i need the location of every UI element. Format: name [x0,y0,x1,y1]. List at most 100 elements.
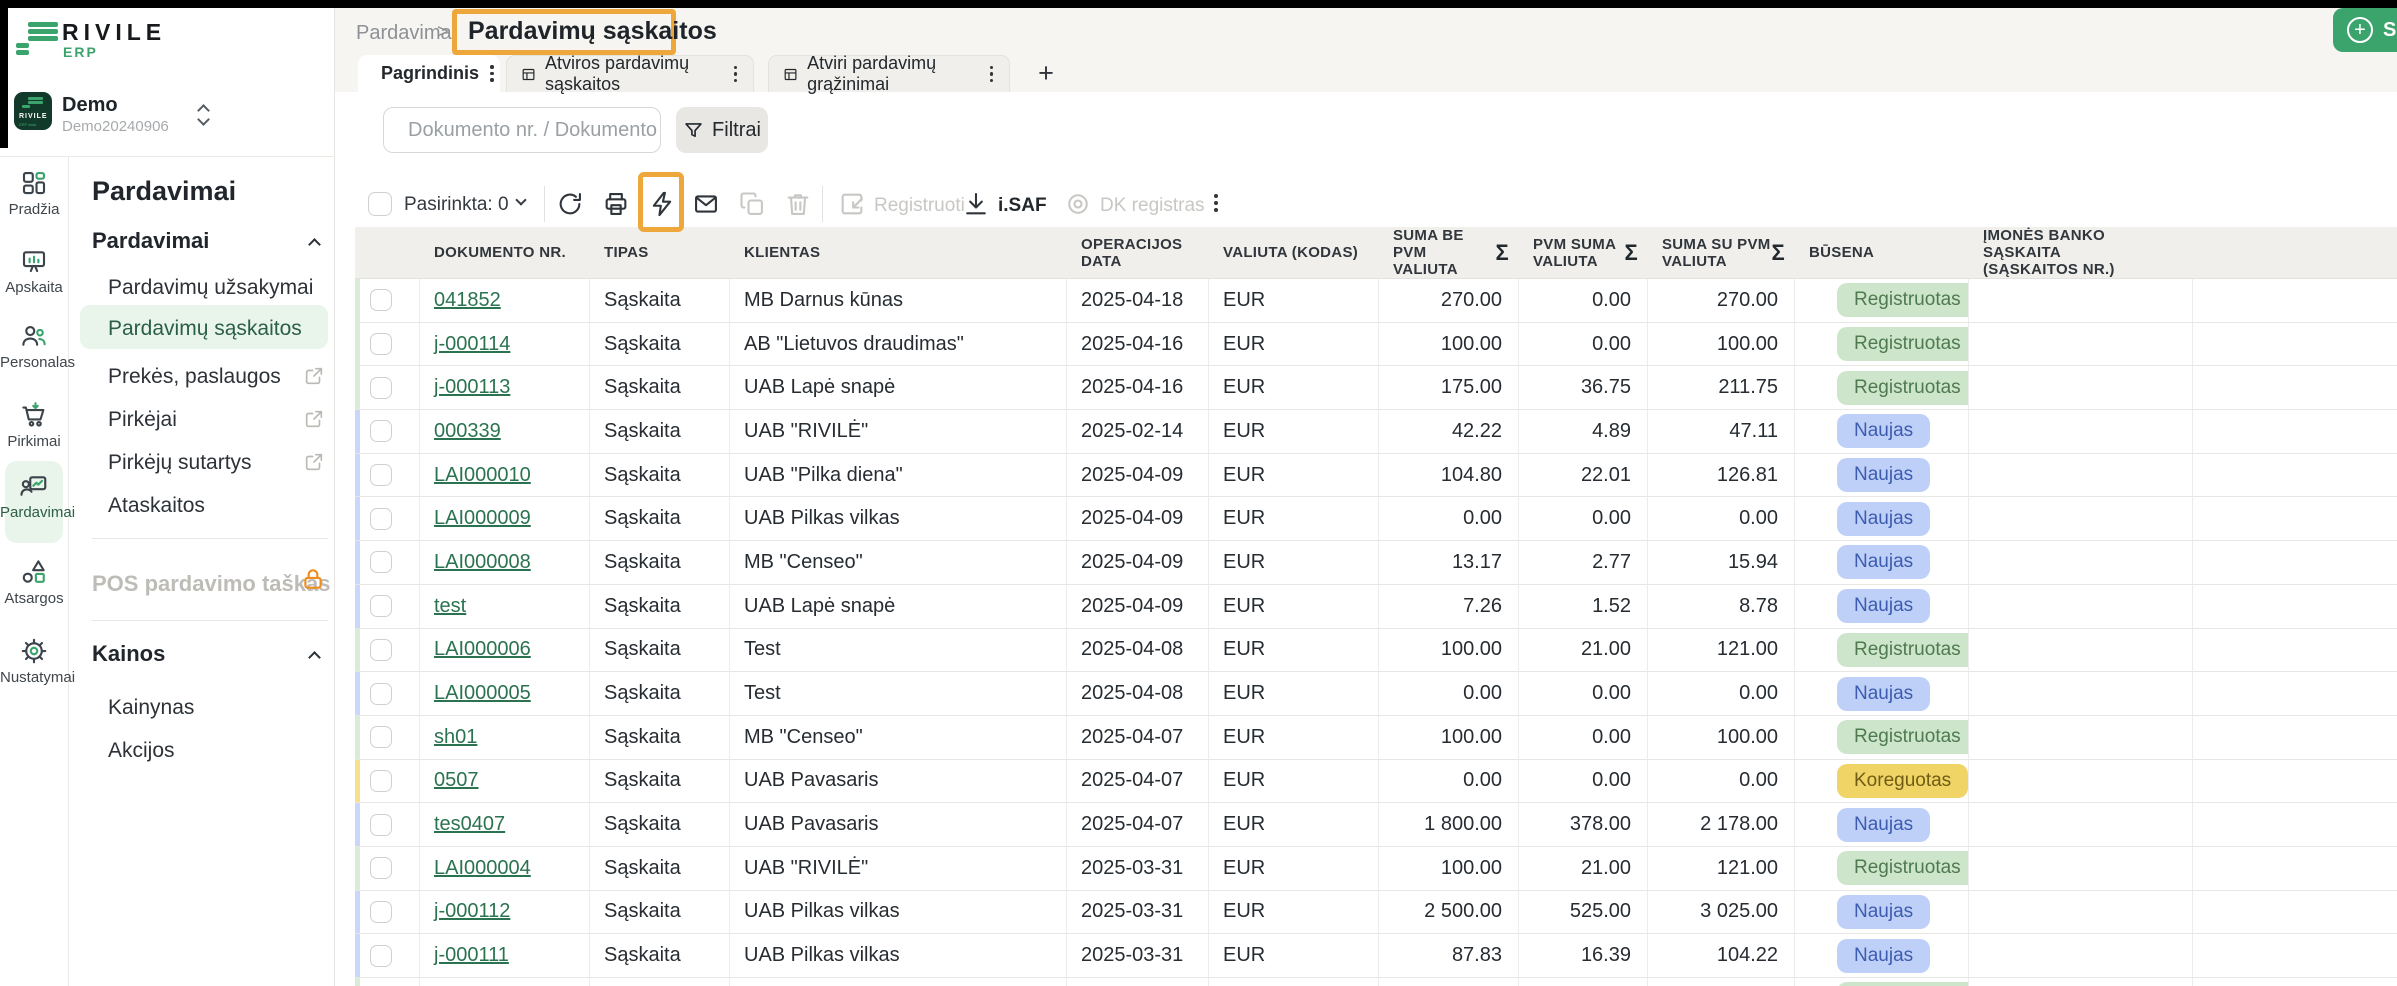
chevron-up-icon[interactable] [306,230,332,256]
sidebar-item-apskaita[interactable]: Apskaita [0,246,68,296]
row-checkbox[interactable] [370,901,392,923]
section-title-pardavimai[interactable]: Pardavimai [92,228,209,254]
document-number-link[interactable]: tes0407 [434,813,505,835]
document-number-link[interactable]: test [434,595,466,617]
sidebar-item-akcijos[interactable]: Akcijos [108,739,175,763]
sidebar-item-pirkejai[interactable]: Pirkėjai [108,408,177,432]
toolbar-more-button[interactable] [1212,192,1220,214]
row-checkbox[interactable] [370,945,392,967]
table-row[interactable]: LAI000005SąskaitaTest2025-04-08EUR0.000.… [355,672,2397,716]
document-number-link[interactable]: 041852 [434,289,501,311]
row-checkbox[interactable] [370,726,392,748]
row-checkbox[interactable] [370,595,392,617]
column-header[interactable]: PVM SUMA VALIUTAΣ [1519,227,1648,279]
tab-atviri-pardavimu-grazinimai[interactable]: Atviri pardavimų grąžinimai [768,55,1010,92]
row-checkbox[interactable] [370,814,392,836]
row-checkbox[interactable] [370,464,392,486]
table-row[interactable]: 0507SąskaitaUAB Pavasaris2025-04-07EUR0.… [355,760,2397,804]
sidebar-item-pirkimai[interactable]: Pirkimai [0,400,68,450]
workspace-avatar[interactable]: RIVILE ERP data [14,92,52,130]
tab-pagrindinis[interactable]: Pagrindinis [358,55,500,92]
tab-menu-icon[interactable] [732,64,740,85]
table-row[interactable]: j-000111SąskaitaUAB Pilkas vilkas2025-03… [355,934,2397,978]
row-checkbox[interactable] [370,683,392,705]
column-header[interactable]: SUMA BE PVM VALIUTAΣ [1379,227,1519,279]
column-header[interactable]: OPERACIJOS DATA [1067,227,1209,279]
table-row[interactable]: j-000113SąskaitaUAB Lapė snapė2025-04-16… [355,366,2397,410]
print-button[interactable] [602,190,630,218]
document-number-link[interactable]: 000339 [434,420,501,442]
document-number-link[interactable]: j-000111 [434,944,509,966]
document-number-link[interactable]: j-000114 [434,333,510,355]
sidebar-item-kainynas[interactable]: Kainynas [108,696,194,720]
sidebar-item-pradzia[interactable]: Pradžia [0,168,68,218]
row-checkbox[interactable] [370,289,392,311]
table-row[interactable]: tes0407SąskaitaUAB Pavasaris2025-04-07EU… [355,803,2397,847]
document-number-link[interactable]: j-000113 [434,376,510,398]
sidebar-item-personalas[interactable]: Personalas [0,321,68,371]
table-row[interactable]: LAI000009SąskaitaUAB Pilkas vilkas2025-0… [355,497,2397,541]
tab-atviros-pardavimu-saskaitos[interactable]: Atviros pardavimų sąskaitos [506,55,754,92]
sidebar-item-pirkeju-sutartys[interactable]: Pirkėjų sutartys [108,451,252,475]
tab-menu-icon[interactable] [988,64,996,85]
add-tab-button[interactable]: + [1030,58,1062,89]
column-header[interactable]: TIPAS [590,227,730,279]
row-checkbox[interactable] [370,420,392,442]
document-number-link[interactable]: 0507 [434,769,479,791]
register-button[interactable]: Registruoti [874,195,965,217]
sidebar-item-nustatymai[interactable]: Nustatymai [0,636,68,686]
table-row[interactable]: LAI000006SąskaitaTest2025-04-08EUR100.00… [355,629,2397,673]
sidebar-item-pardavimu-uzsakymai[interactable]: Pardavimų užsakymai [108,276,313,300]
row-checkbox[interactable] [370,770,392,792]
flash-action-button[interactable] [648,190,676,218]
row-checkbox[interactable] [370,857,392,879]
document-number-link[interactable]: LAI000005 [434,682,531,704]
sidebar-item-pardavimu-saskaitos[interactable]: Pardavimų sąskaitos [108,317,302,341]
column-header[interactable]: BŪSENA [1795,227,1969,279]
document-number-link[interactable]: j-000112 [434,900,510,922]
table-row[interactable]: j-000112SąskaitaUAB Pilkas vilkas2025-03… [355,891,2397,935]
chevron-down-icon[interactable] [514,193,532,211]
sidebar-item-pardavimai[interactable]: Pardavimai [0,471,68,521]
column-header[interactable]: DOKUMENTO NR. [420,227,590,279]
dk-registras-button[interactable]: DK registras [1100,195,1205,217]
table-row[interactable]: LAI000008SąskaitaMB "Censeo"2025-04-09EU… [355,541,2397,585]
column-header[interactable]: KLIENTAS [730,227,1067,279]
workspace-switcher-icon[interactable] [195,103,215,129]
row-checkbox[interactable] [370,333,392,355]
column-header[interactable] [355,227,420,279]
sigma-sum-icon[interactable]: Σ [1495,244,1509,261]
filter-button[interactable]: Filtrai [676,107,768,153]
table-row[interactable]: j-000114SąskaitaAB "Lietuvos draudimas"2… [355,323,2397,367]
sigma-sum-icon[interactable]: Σ [1771,244,1785,261]
row-checkbox[interactable] [370,377,392,399]
document-number-link[interactable]: LAI000004 [434,857,531,879]
document-number-link[interactable]: sh01 [434,726,477,748]
email-button[interactable] [692,190,720,218]
document-number-link[interactable]: LAI000008 [434,551,531,573]
column-header[interactable]: ĮMONĖS BANKO SĄSKAITA (SĄSKAITOS NR.) [1969,227,2193,279]
sidebar-item-ataskaitos[interactable]: Ataskaitos [108,494,205,518]
selected-count-label[interactable]: Pasirinkta: 0 [404,194,509,216]
search-input[interactable]: Dokumento nr. / Dokumento kli [383,107,661,153]
sidebar-item-prekes-paslaugos[interactable]: Prekės, paslaugos [108,365,281,389]
column-header[interactable] [2193,227,2397,279]
isaf-button[interactable]: i.SAF [998,195,1047,217]
document-number-link[interactable]: LAI000010 [434,464,531,486]
chevron-up-icon[interactable] [306,643,332,669]
delete-button[interactable] [784,190,812,218]
table-row[interactable]: LAI000004SąskaitaUAB "RIVILĖ"2025-03-31E… [355,847,2397,891]
table-row[interactable]: 041852SąskaitaMB Darnus kūnas2025-04-18E… [355,279,2397,323]
table-row[interactable]: LAI000010SąskaitaUAB "Pilka diena"2025-0… [355,454,2397,498]
document-number-link[interactable]: LAI000009 [434,507,531,529]
sidebar-item-atsargos[interactable]: Atsargos [0,557,68,607]
create-button[interactable]: + Suk [2333,8,2397,52]
select-all-checkbox[interactable] [368,192,392,216]
table-row[interactable]: testSąskaitaUAB Lapė snapė2025-04-09EUR7… [355,585,2397,629]
document-number-link[interactable]: LAI000006 [434,638,531,660]
row-checkbox[interactable] [370,508,392,530]
table-row[interactable]: sh01SąskaitaMB "Censeo"2025-04-07EUR100.… [355,716,2397,760]
tab-menu-icon[interactable] [488,63,496,84]
column-header[interactable]: SUMA SU PVM VALIUTAΣ [1648,227,1795,279]
row-checkbox[interactable] [370,551,392,573]
